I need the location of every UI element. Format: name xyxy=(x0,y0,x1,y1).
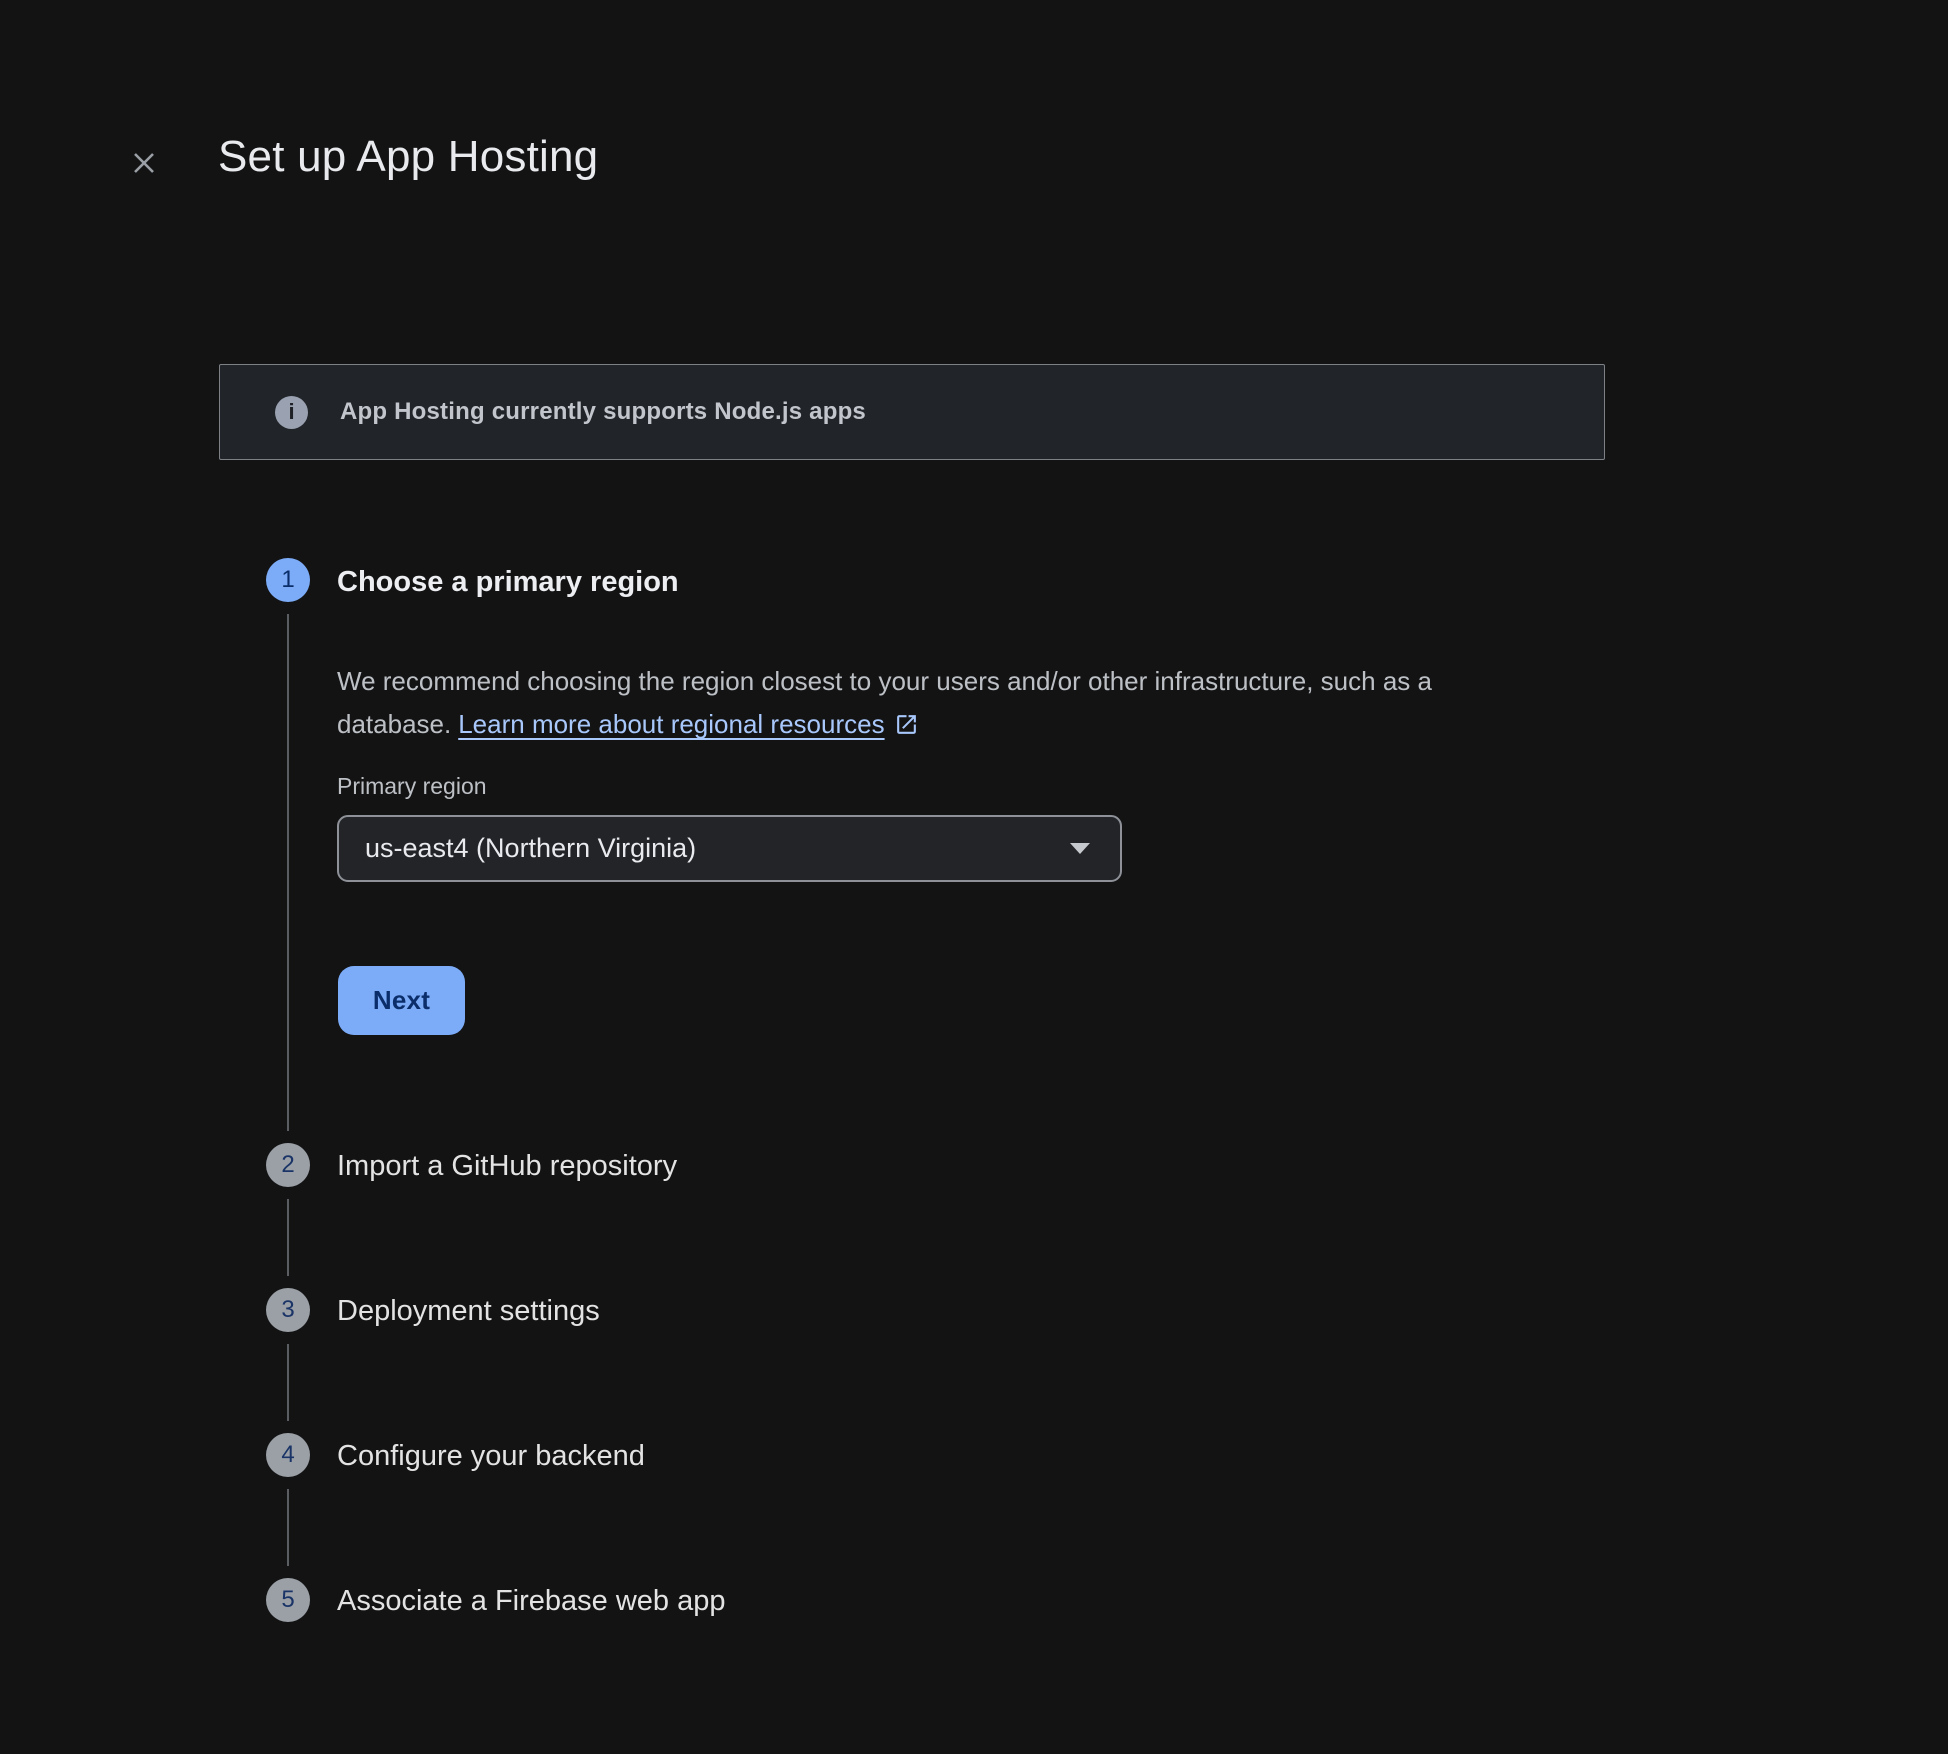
step-3-indicator: 3 xyxy=(266,1288,310,1332)
step-4-title: Configure your backend xyxy=(337,1436,645,1476)
close-icon xyxy=(128,147,160,179)
primary-region-value: us-east4 (Northern Virginia) xyxy=(365,833,696,864)
step-connector xyxy=(287,1344,289,1421)
step-1-title: Choose a primary region xyxy=(337,562,679,602)
step-4-indicator: 4 xyxy=(266,1433,310,1477)
setup-app-hosting-dialog: Set up App Hosting i App Hosting current… xyxy=(0,0,1948,1754)
external-link-icon xyxy=(894,713,919,743)
step-2-title: Import a GitHub repository xyxy=(337,1146,677,1186)
learn-more-link[interactable]: Learn more about regional resources xyxy=(458,709,918,739)
learn-more-link-label: Learn more about regional resources xyxy=(458,709,884,739)
info-banner: i App Hosting currently supports Node.js… xyxy=(219,364,1605,460)
info-banner-text: App Hosting currently supports Node.js a… xyxy=(340,398,866,426)
next-button[interactable]: Next xyxy=(338,966,465,1035)
step-5-title: Associate a Firebase web app xyxy=(337,1581,726,1621)
dropdown-arrow-icon xyxy=(1069,842,1091,855)
step-3-title: Deployment settings xyxy=(337,1291,600,1331)
primary-region-label: Primary region xyxy=(337,773,487,800)
close-button[interactable] xyxy=(121,140,167,186)
step-1-indicator: 1 xyxy=(266,558,310,602)
step-connector xyxy=(287,614,289,1131)
region-description: We recommend choosing the region closest… xyxy=(337,660,1562,750)
step-connector xyxy=(287,1199,289,1276)
step-5-indicator: 5 xyxy=(266,1578,310,1622)
step-2-indicator: 2 xyxy=(266,1143,310,1187)
info-icon: i xyxy=(275,396,308,429)
primary-region-select[interactable]: us-east4 (Northern Virginia) xyxy=(337,815,1122,882)
page-title: Set up App Hosting xyxy=(218,132,598,182)
step-connector xyxy=(287,1489,289,1566)
